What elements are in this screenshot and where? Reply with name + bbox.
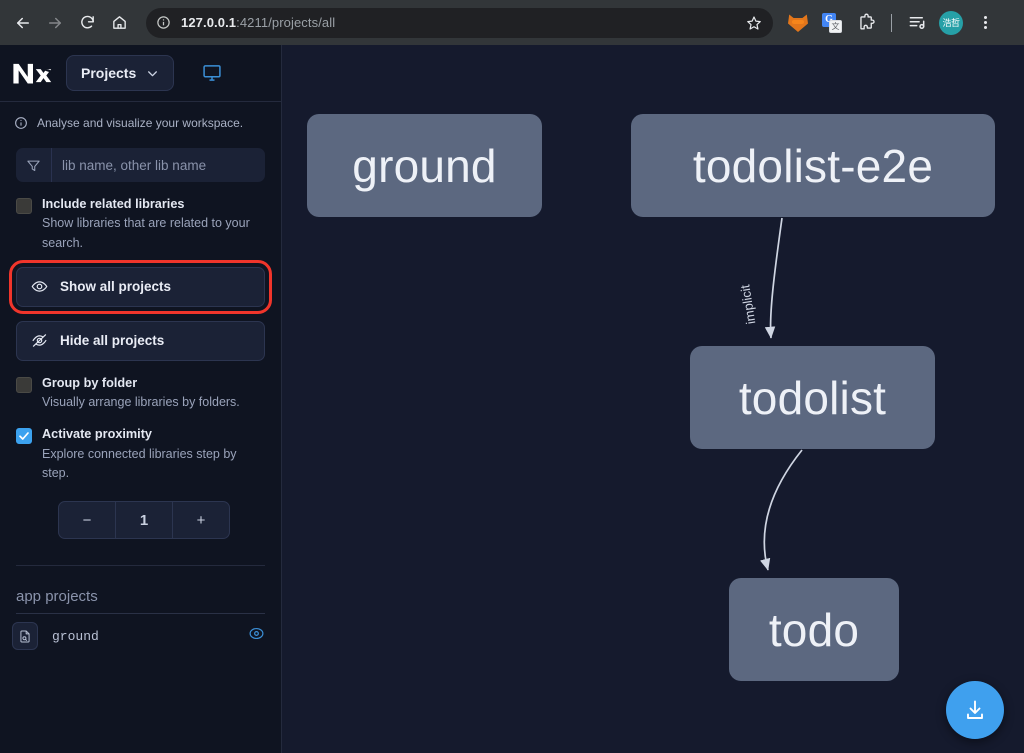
group-by-folder-checkbox[interactable] [16,376,32,393]
filter-funnel-icon [16,148,52,182]
media-playlist-icon[interactable] [903,9,931,37]
nx-graph-app: Projects Analyse and visualize your work… [0,45,1024,753]
include-related-libraries-checkbox[interactable] [16,198,32,214]
graph-node-todolist-e2e[interactable]: todolist-e2e [631,114,995,217]
project-list-item-ground[interactable]: ground [0,614,281,651]
workspace-note: Analyse and visualize your workspace. [0,102,281,142]
option-activate-proximity[interactable]: Activate proximity Explore connected lib… [16,426,265,483]
hide-all-projects-button[interactable]: Hide all projects [16,320,265,361]
sidebar-body: Include related libraries Show libraries… [0,148,281,567]
graph-node-ground[interactable]: ground [307,114,542,217]
projects-dropdown[interactable]: Projects [66,55,175,91]
three-dot-menu-icon[interactable] [971,9,999,37]
home-icon[interactable] [104,8,134,38]
edge-todolist-to-todo [760,449,803,571]
info-icon [15,117,27,129]
sidebar-header: Projects [0,45,281,102]
file-search-icon[interactable] [12,622,38,651]
activate-proximity-desc: Explore connected libraries step by step… [42,446,237,480]
translate-cjk-letter: 文 [829,19,842,33]
forward-arrow-icon[interactable] [40,8,70,38]
show-all-projects-button[interactable]: Show all projects [9,259,272,314]
project-graph-canvas[interactable]: implicit ground todolist-e2e todolist to… [282,45,1024,753]
chevron-down-icon [148,70,158,76]
extensions-puzzle-icon[interactable] [852,9,880,37]
graph-node-todo[interactable]: todo [729,578,899,681]
group-by-folder-desc: Visually arrange libraries by folders. [42,395,240,410]
proximity-stepper[interactable]: − 1 + [58,501,230,540]
app-projects-heading: app projects [16,588,98,606]
eye-icon [31,281,48,293]
google-translate-extension-icon[interactable]: G 文 [818,9,846,37]
eye-circle-icon[interactable] [248,625,265,647]
reload-icon[interactable] [72,8,102,38]
site-info-icon[interactable] [156,15,171,30]
download-graph-button[interactable] [946,681,1004,739]
activate-proximity-checkbox[interactable] [16,428,32,445]
option-group-by-folder[interactable]: Group by folder Visually arrange librari… [16,375,265,413]
eye-off-icon [32,334,47,348]
show-all-projects-label: Show all projects [60,279,172,295]
back-arrow-icon[interactable] [8,8,38,38]
proximity-value: 1 [115,502,173,539]
project-name: ground [52,628,99,644]
metamask-extension-icon[interactable] [784,9,812,37]
avatar-initials: 浩哲 [939,10,963,35]
toolbar-extensions: G 文 浩哲 [781,9,1002,37]
address-bar[interactable]: 127.0.0.1:4211/projects/all [146,7,773,38]
activate-proximity-label: Activate proximity [42,427,152,442]
url-host: 127.0.0.1 [181,15,237,30]
option-include-related-libraries[interactable]: Include related libraries Show libraries… [16,196,265,253]
toolbar-divider [891,13,892,32]
proximity-decrement-button[interactable]: − [59,502,115,538]
graph-node-todolist[interactable]: todolist [690,346,935,449]
download-icon [967,700,983,719]
search-input[interactable] [52,148,265,182]
bookmark-star-icon[interactable] [741,10,767,36]
nx-logo [13,63,53,84]
group-by-folder-label: Group by folder [42,375,138,390]
proximity-increment-button[interactable]: + [173,502,229,538]
url-path: :4211/projects/all [236,15,336,30]
browser-toolbar: 127.0.0.1:4211/projects/all G 文 浩哲 [0,0,1024,45]
address-bar-url[interactable]: 127.0.0.1:4211/projects/all [181,15,741,30]
projects-dropdown-label: Projects [81,65,137,81]
search-row[interactable] [16,148,265,182]
monitor-display-icon[interactable] [202,63,222,83]
hide-all-projects-label: Hide all projects [60,333,165,349]
include-related-libraries-desc: Show libraries that are related to your … [42,216,250,250]
workspace-note-text: Analyse and visualize your workspace. [37,116,244,130]
profile-avatar[interactable]: 浩哲 [937,9,965,37]
sidebar: Projects Analyse and visualize your work… [0,45,282,753]
edge-todolist-e2e-to-todolist [764,217,783,339]
include-related-libraries-label: Include related libraries [42,197,185,211]
